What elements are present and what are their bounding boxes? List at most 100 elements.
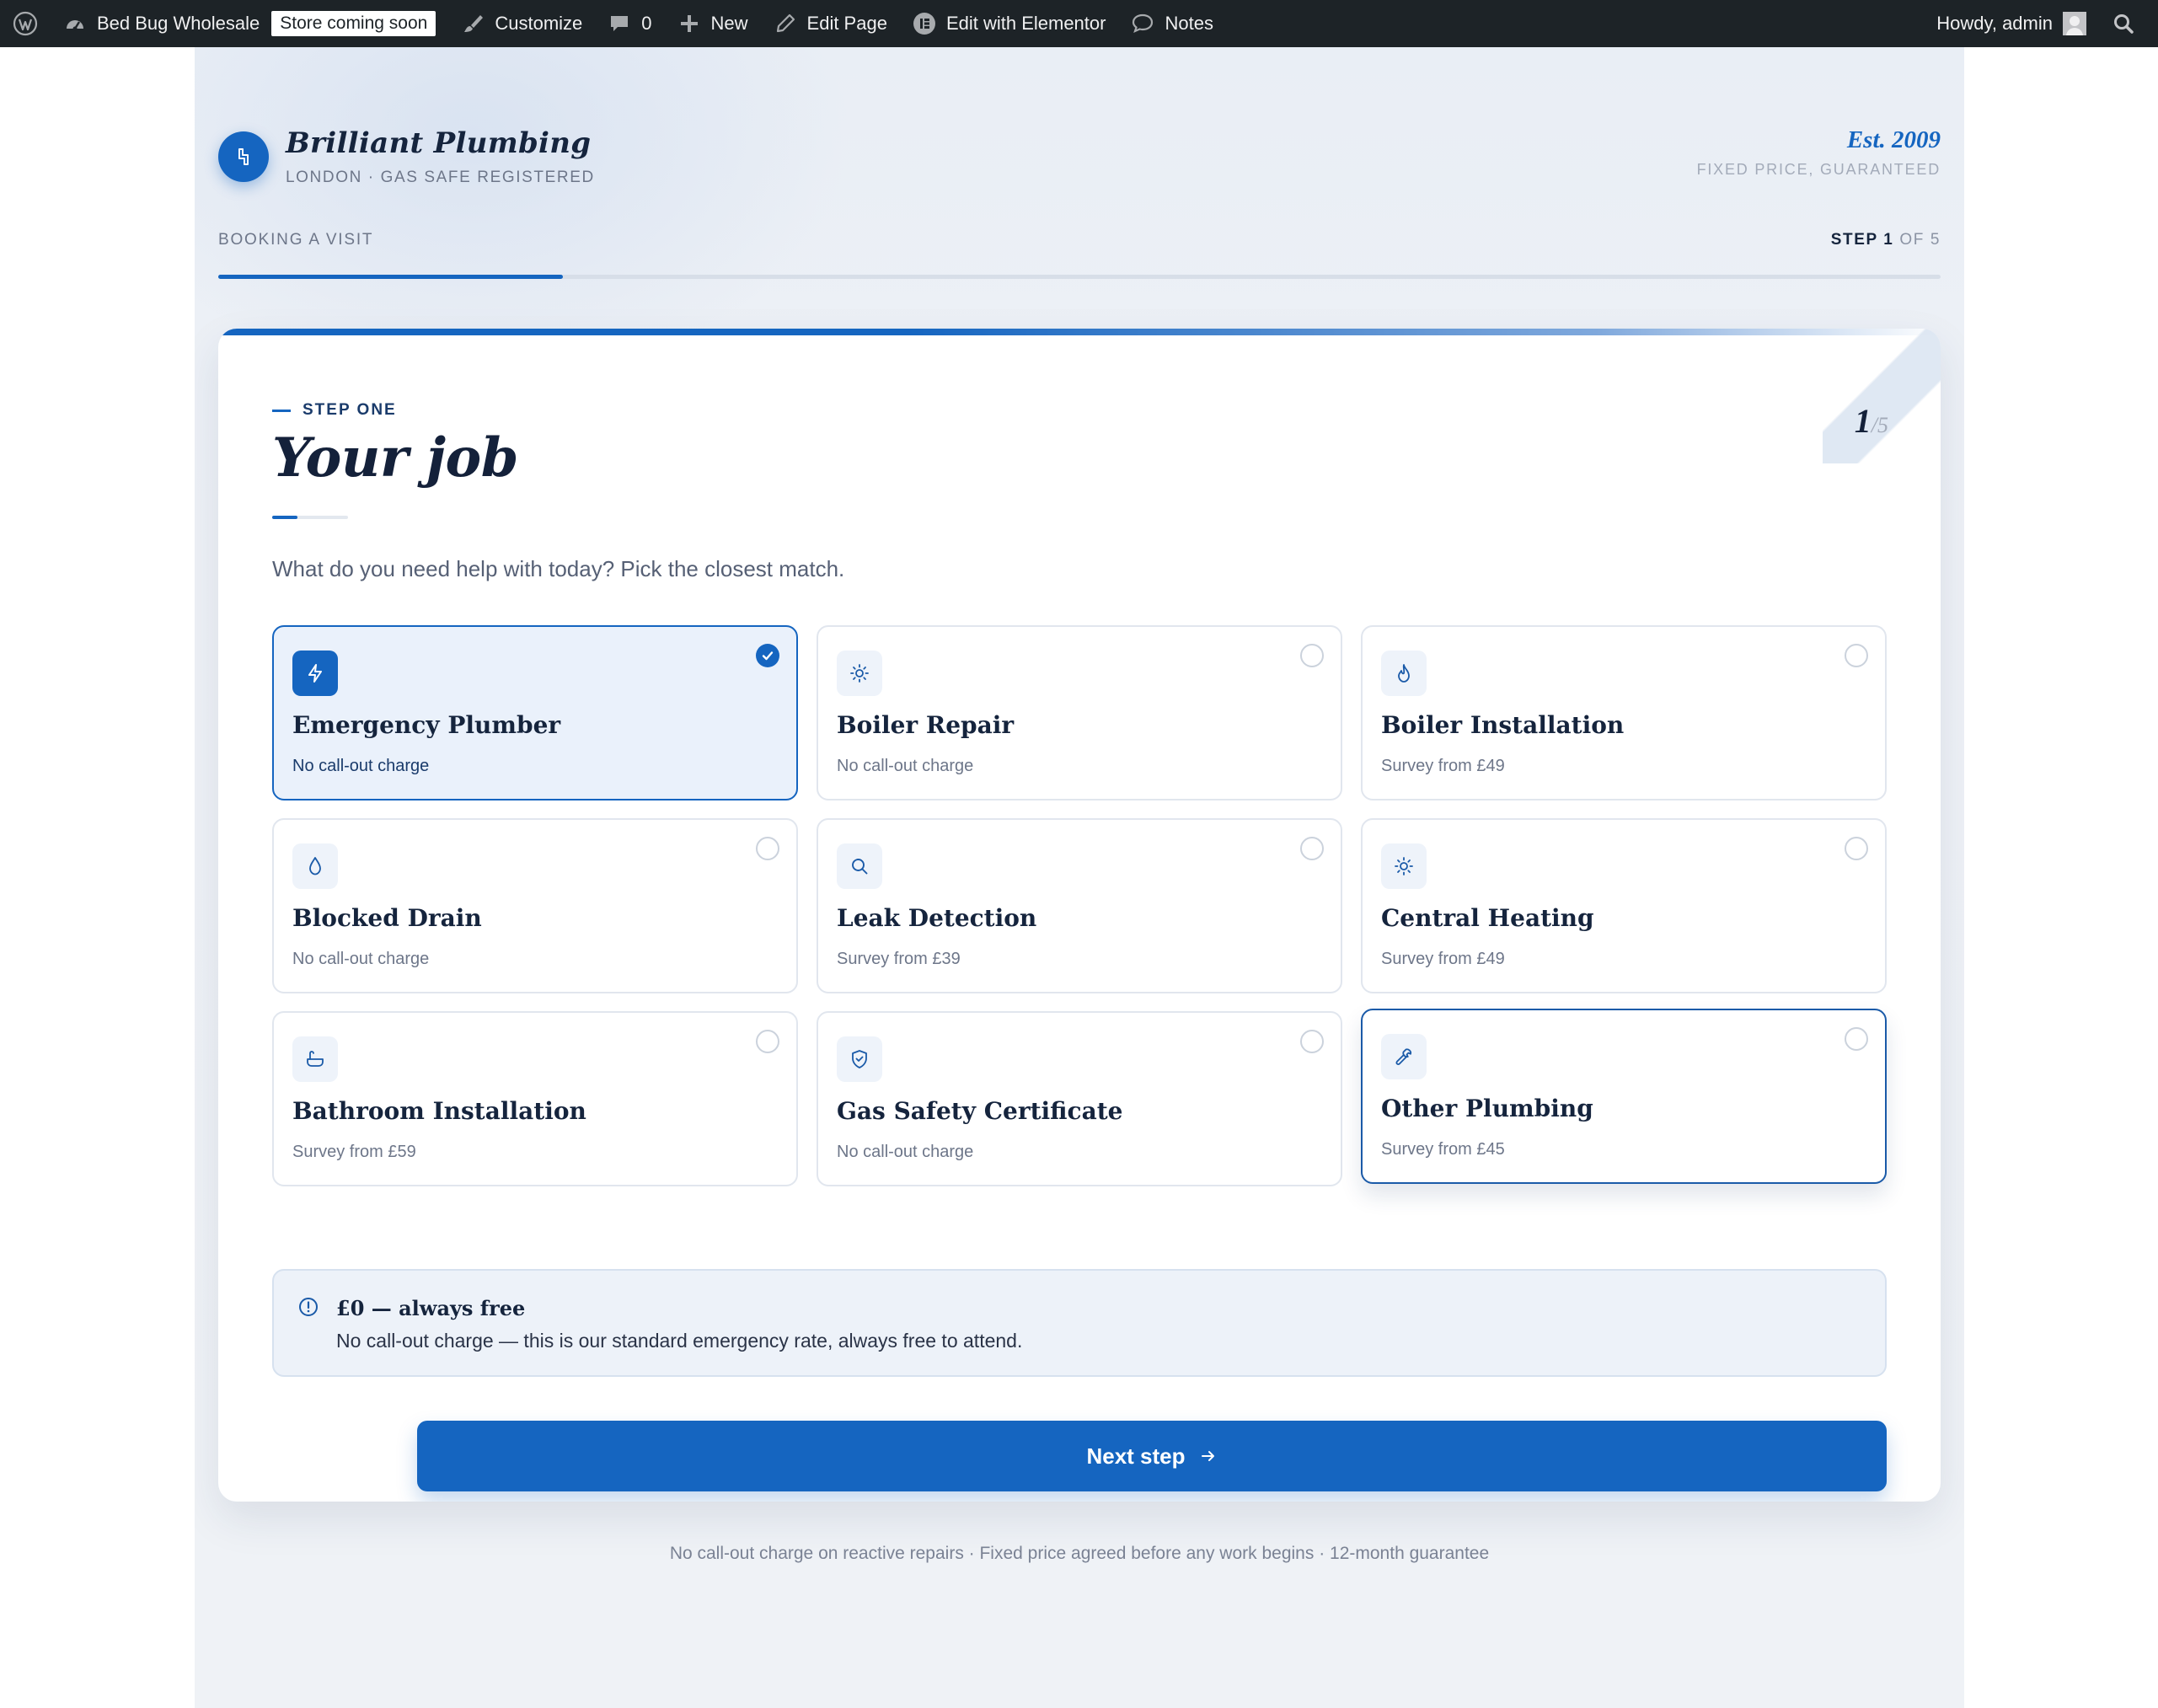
next-step-button[interactable]: Next step [417,1421,1887,1491]
eyebrow-dash [272,409,291,412]
comments-link[interactable]: 0 [595,0,664,47]
edit-page-link[interactable]: Edit Page [761,0,900,47]
step-eyebrow: STEP ONE [272,401,397,420]
option-radio-checked[interactable] [756,644,779,667]
option-central-heating[interactable]: Central Heating Survey from £49 [1361,818,1887,993]
option-radio[interactable] [756,837,779,860]
job-step-card: STEP ONE Your job 1/5 What do you need h… [218,329,1941,1502]
step-counter-total: /5 [1871,413,1888,437]
new-label: New [710,13,748,34]
option-price: Survey from £49 [1381,950,1505,968]
wrench-icon [1381,1034,1427,1079]
flame-icon [1381,651,1427,696]
option-price: Survey from £59 [292,1143,416,1161]
option-title: Blocked Drain [292,904,482,932]
card-accent-bar [218,329,1941,335]
option-title: Leak Detection [837,904,1037,932]
option-bathroom-installation[interactable]: Bathroom Installation Survey from £59 [272,1011,798,1186]
progress-bar [218,275,1941,279]
bath-icon [292,1036,338,1082]
established-block: Est. 2009 FIXED PRICE, GUARANTEED [1697,126,1941,179]
droplet-icon [292,843,338,889]
edit-elementor-label: Edit with Elementor [945,13,1106,34]
pipe-icon [238,148,249,165]
option-boiler-repair[interactable]: Boiler Repair No call-out charge [817,625,1342,800]
pricing-notice: £0 — always free No call-out charge — th… [272,1269,1887,1377]
edit-page-label: Edit Page [806,13,887,34]
search-icon [837,843,882,889]
option-title: Gas Safety Certificate [837,1097,1123,1125]
comment-icon [608,12,631,35]
option-radio[interactable] [1300,644,1324,667]
speech-bubble-icon [1131,12,1154,35]
option-title: Boiler Repair [837,711,1015,739]
bolt-icon [292,651,338,696]
eyebrow-text: STEP ONE [303,401,397,419]
card-corner-decoration [1823,329,1941,463]
shield-check-icon [837,1036,882,1082]
new-content-menu[interactable]: New [665,0,761,47]
check-icon [762,651,774,661]
customize-label: Customize [495,13,583,34]
brand-name: Brilliant Plumbing [286,126,592,160]
site-name-menu[interactable]: Bed Bug Wholesale Store coming soon [51,0,448,47]
option-price: No call-out charge [292,757,430,775]
title-underline [272,516,348,519]
option-blocked-drain[interactable]: Blocked Drain No call-out charge [272,818,798,993]
progress-step-indicator: STEP 1 OF 5 [1831,231,1941,249]
step-total: OF 5 [1899,231,1941,249]
info-circle-icon [297,1296,319,1322]
notice-text: No call-out charge — this is our standar… [336,1330,1023,1352]
established-year: Est. 2009 [1846,126,1941,153]
progress-fill [218,275,563,279]
option-radio[interactable] [1845,837,1868,860]
edit-with-elementor-link[interactable]: Edit with Elementor [900,0,1119,47]
fixed-price-tagline: FIXED PRICE, GUARANTEED [1696,161,1941,178]
option-radio[interactable] [1845,1027,1868,1051]
brush-icon [461,12,485,35]
wordpress-logo-icon[interactable] [0,0,51,47]
store-coming-soon-badge[interactable]: Store coming soon [271,11,436,36]
step-current: 1 [1883,231,1894,249]
option-radio[interactable] [1300,837,1324,860]
step-word: STEP [1830,231,1878,249]
option-title: Emergency Plumber [292,711,561,739]
option-leak-detection[interactable]: Leak Detection Survey from £39 [817,818,1342,993]
option-title: Boiler Installation [1381,711,1625,739]
step-title: Your job [272,426,518,490]
brand-tagline: LONDON · GAS SAFE REGISTERED [286,169,595,186]
option-radio[interactable] [756,1030,779,1053]
option-title: Central Heating [1381,904,1594,932]
notes-label: Notes [1165,13,1213,34]
my-account-menu[interactable]: Howdy, admin [1924,0,2099,47]
option-gas-safety-certificate[interactable]: Gas Safety Certificate No call-out charg… [817,1011,1342,1186]
dashboard-icon [63,12,87,35]
option-title: Other Plumbing [1381,1095,1593,1122]
elementor-icon [913,12,936,35]
search-icon [2112,12,2135,35]
option-price: No call-out charge [837,1143,974,1161]
option-other-plumbing[interactable]: Other Plumbing Survey from £45 [1361,1009,1887,1184]
option-price: No call-out charge [292,950,430,968]
pencil-icon [774,12,797,35]
admin-search-button[interactable] [2099,0,2158,47]
sun-icon [1381,843,1427,889]
wp-admin-bar: Bed Bug Wholesale Store coming soon Cust… [0,0,2158,47]
site-name: Bed Bug Wholesale [97,13,260,34]
howdy-text: Howdy, admin [1936,13,2053,34]
customize-link[interactable]: Customize [448,0,595,47]
option-boiler-installation[interactable]: Boiler Installation Survey from £49 [1361,625,1887,800]
notice-title: £0 — always free [336,1296,526,1320]
option-price: Survey from £49 [1381,757,1505,775]
job-options-grid: Emergency Plumber No call-out charge Boi… [272,625,1887,1186]
step-question: What do you need help with today? Pick t… [272,556,845,581]
brand[interactable]: Brilliant Plumbing LONDON · GAS SAFE REG… [218,126,595,187]
option-emergency-plumber[interactable]: Emergency Plumber No call-out charge [272,625,798,800]
sun-icon [837,651,882,696]
option-radio[interactable] [1845,644,1868,667]
arrow-right-icon [1201,1451,1214,1461]
footer-guarantee-note: No call-out charge on reactive repairs ·… [669,1544,1490,1563]
brand-logo [218,131,269,182]
option-radio[interactable] [1300,1030,1324,1053]
notes-link[interactable]: Notes [1118,0,1225,47]
